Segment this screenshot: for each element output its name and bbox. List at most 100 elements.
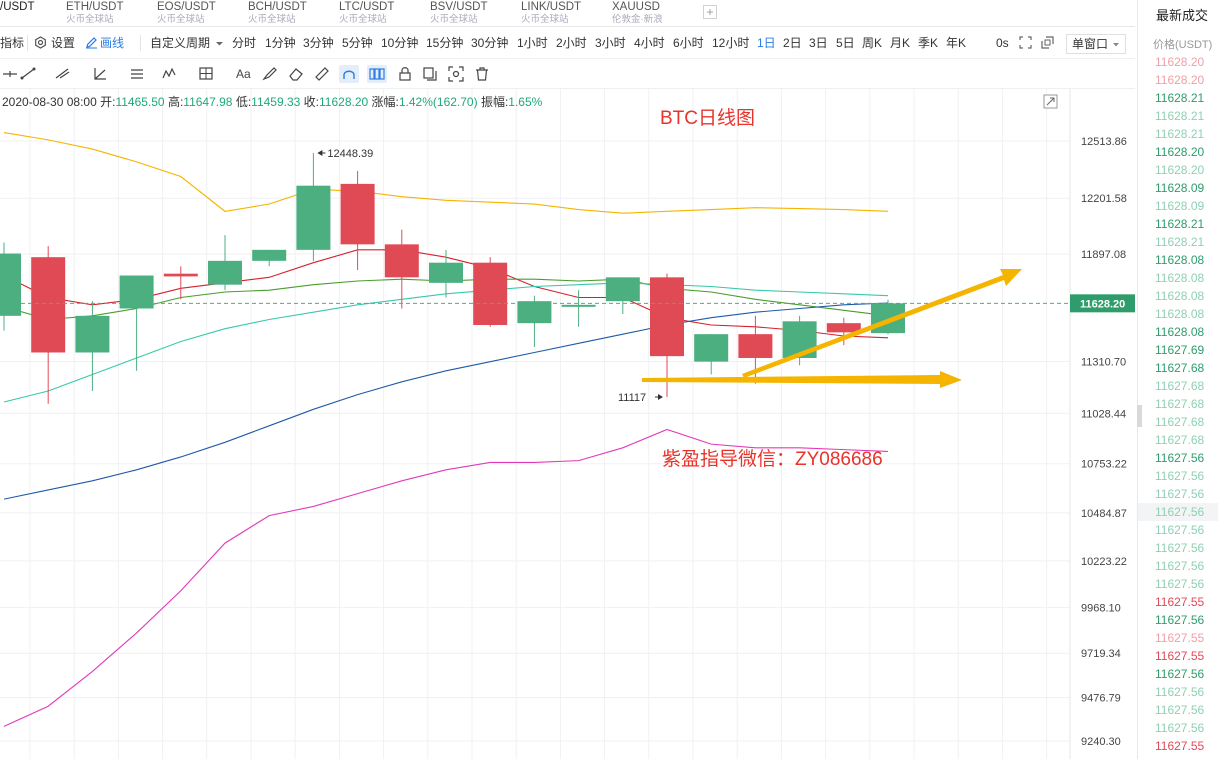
tab-bchusdt[interactable]: BCH/USDT 火币全球站 <box>248 1 307 26</box>
candle-body <box>340 183 375 245</box>
svg-text:Aa: Aa <box>236 67 251 81</box>
settings-icon[interactable] <box>34 36 47 53</box>
kline-chart-svg[interactable]: 12513.86 12201.58 11897.08 11310.70 11028.44… <box>0 89 1135 759</box>
ruler-icon[interactable] <box>312 65 332 83</box>
horizontal-line-icon[interactable] <box>0 65 20 83</box>
custom-period-button[interactable]: 自定义周期 <box>150 35 210 51</box>
period-7[interactable]: 1小时 <box>517 35 548 51</box>
period-19[interactable]: 季K <box>918 35 938 51</box>
indicators-button[interactable]: 指标 <box>0 35 24 51</box>
tab-ltcusdt[interactable]: LTC/USDT 火币全球站 <box>339 1 394 26</box>
y-tick-label: 12201.58 <box>1081 193 1127 205</box>
trade-row: 11627.55 <box>1155 739 1205 753</box>
candle-body <box>208 260 242 285</box>
period-toolbar: 指标 设置 画线 自定义周期 分时 1分钟 3分钟 5分钟 10分钟 15分钟 30分钟 1小… <box>0 27 1135 59</box>
period-15[interactable]: 3日 <box>809 35 828 51</box>
candle-body <box>252 249 287 261</box>
ohlc-amp: 1.65% <box>508 95 543 109</box>
magnet-icon[interactable] <box>339 65 359 83</box>
period-4[interactable]: 10分钟 <box>381 35 418 51</box>
ray-icon[interactable] <box>52 65 72 83</box>
fullscreen-icon[interactable] <box>1019 36 1032 53</box>
draw-button[interactable]: 画线 <box>100 35 124 51</box>
period-20[interactable]: 年K <box>946 35 966 51</box>
ohlc-low-label: 低: <box>235 95 252 109</box>
kline-chart[interactable]: 12513.86 12201.58 11897.08 11310.70 11028.44… <box>0 89 1135 759</box>
period-6[interactable]: 30分钟 <box>471 35 508 51</box>
symbol-tab-strip: /USDT ETH/USDT 火币全球站 EOS/USDT 火币全球站 BCH/USDT 火… <box>0 0 1135 27</box>
ohlc-change: 1.42%(162.70) <box>398 95 478 109</box>
add-tab-button[interactable]: + <box>703 5 717 19</box>
candle-body <box>694 334 729 362</box>
screenshot-icon[interactable] <box>446 65 466 83</box>
measure-icon[interactable] <box>196 65 216 83</box>
candle-body <box>650 277 684 357</box>
candle-body <box>384 244 419 278</box>
trade-row: 11628.08 <box>1155 307 1205 321</box>
pattern-icon[interactable] <box>160 65 180 83</box>
panel-collapse-handle[interactable] <box>1137 405 1142 427</box>
trade-row: 11628.20 <box>1155 145 1205 159</box>
trade-row: 11627.56 <box>1155 721 1205 735</box>
trend-line-icon[interactable] <box>18 65 38 83</box>
candle-body <box>75 315 110 353</box>
trade-row: 11627.55 <box>1155 649 1205 663</box>
tab-symbol: BCH/USDT <box>248 1 307 13</box>
ohlc-high: 11647.98 <box>183 95 233 109</box>
period-8[interactable]: 2小时 <box>556 35 587 51</box>
y-tick-label: 11897.08 <box>1081 249 1126 261</box>
period-18[interactable]: 月K <box>890 35 910 51</box>
brush-icon[interactable] <box>260 65 280 83</box>
period-11[interactable]: 6小时 <box>673 35 704 51</box>
fib-icon[interactable] <box>127 65 147 83</box>
ohlc-change-label: 涨幅: <box>371 95 399 109</box>
period-1[interactable]: 1分钟 <box>265 35 296 51</box>
tab-exchange: 火币全球站 <box>521 14 569 25</box>
eraser-icon[interactable] <box>286 65 306 83</box>
copy-icon[interactable] <box>420 65 440 83</box>
tab-ethusdt[interactable]: ETH/USDT 火币全球站 <box>66 1 124 26</box>
candle-body <box>473 262 508 325</box>
tab-exchange: 火币全球站 <box>339 14 387 25</box>
period-2[interactable]: 3分钟 <box>303 35 334 51</box>
text-icon[interactable]: Aa <box>233 65 253 83</box>
trade-row: 11628.08 <box>1155 271 1205 285</box>
period-17[interactable]: 周K <box>862 35 882 51</box>
period-14[interactable]: 2日 <box>783 35 802 51</box>
trade-row: 11627.56 <box>1155 469 1205 483</box>
indicator-toggle-icon[interactable] <box>367 65 387 83</box>
tab-exchange: 火币全球站 <box>157 14 205 25</box>
lock-icon[interactable] <box>395 65 415 83</box>
period-16[interactable]: 5日 <box>836 35 855 51</box>
period-5[interactable]: 15分钟 <box>426 35 463 51</box>
chevron-down-icon[interactable] <box>215 36 224 52</box>
tab-eosusdt[interactable]: EOS/USDT 火币全球站 <box>157 1 216 26</box>
tab-linkusdt[interactable]: LINK/USDT 火币全球站 <box>521 1 581 26</box>
high-marker-label: 12448.39 <box>327 148 373 160</box>
tab-symbol: BSV/USDT <box>430 1 488 13</box>
candle-body <box>561 304 596 307</box>
ohlc-close: 11628.20 <box>319 95 369 109</box>
pencil-icon[interactable] <box>85 36 98 53</box>
tab-bsvusdt[interactable]: BSV/USDT 火币全球站 <box>430 1 488 26</box>
trade-row: 11628.09 <box>1155 199 1205 213</box>
delete-icon[interactable] <box>472 65 492 83</box>
settings-button[interactable]: 设置 <box>51 35 75 51</box>
window-mode-select[interactable]: 单窗口 <box>1066 34 1126 54</box>
period-10[interactable]: 4小时 <box>634 35 665 51</box>
trade-row: 11627.56 <box>1155 487 1205 501</box>
tab-usdt[interactable]: /USDT <box>0 1 35 26</box>
period-0[interactable]: 分时 <box>232 35 256 51</box>
trade-row: 11628.08 <box>1155 289 1205 303</box>
period-9[interactable]: 3小时 <box>595 35 626 51</box>
period-12[interactable]: 12小时 <box>712 35 749 51</box>
y-tick-label: 12513.86 <box>1081 136 1127 148</box>
trade-row: 11628.21 <box>1155 235 1205 249</box>
trade-row: 11628.20 <box>1155 163 1205 177</box>
toolbar-divider <box>27 35 28 51</box>
tab-xauusd[interactable]: XAUUSD 伦敦金·新浪 <box>612 1 663 26</box>
channel-icon[interactable] <box>90 65 110 83</box>
period-13[interactable]: 1日 <box>757 35 776 51</box>
popout-icon[interactable] <box>1041 36 1054 53</box>
period-3[interactable]: 5分钟 <box>342 35 373 51</box>
